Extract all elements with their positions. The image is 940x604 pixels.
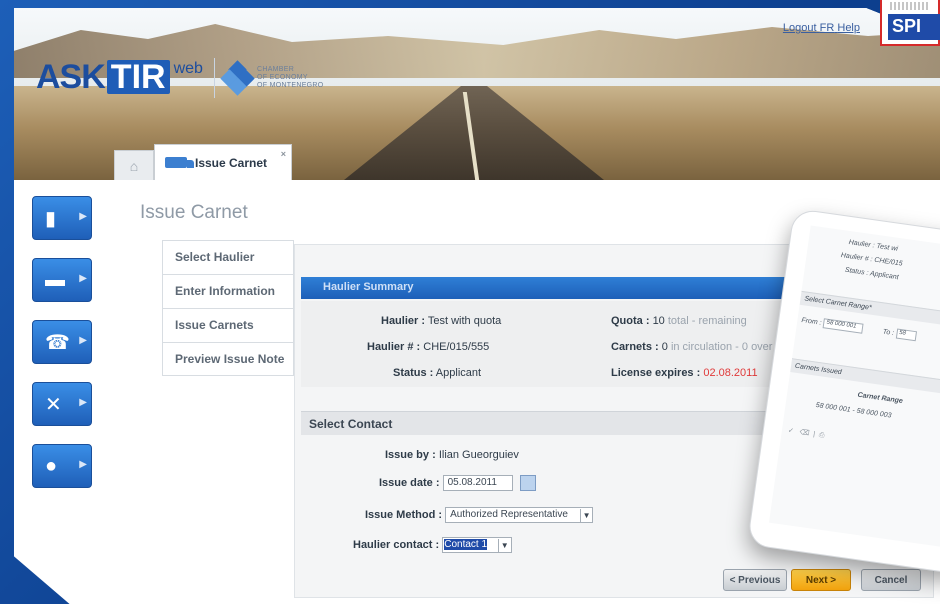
carnets-row: Carnets : 0 in circulation - 0 over bbox=[611, 341, 773, 353]
next-button[interactable]: Next > bbox=[791, 569, 851, 591]
step-select-haulier[interactable]: Select Haulier bbox=[162, 240, 294, 274]
print-icon[interactable]: ⎙ bbox=[818, 432, 825, 440]
phone-icon: ☎ bbox=[45, 331, 70, 354]
document-icon: ▮ bbox=[45, 207, 57, 230]
logout-link[interactable]: Logout bbox=[783, 22, 817, 34]
previous-button[interactable]: < Previous bbox=[723, 569, 787, 591]
haulier-value: Test with quota bbox=[427, 315, 502, 327]
phone-range-column: Carnet Range bbox=[857, 391, 904, 405]
haulier-number-row: Haulier # : CHE/015/555 bbox=[367, 341, 490, 353]
issue-date-input[interactable]: 05.08.2011 bbox=[442, 475, 513, 491]
close-tab-icon[interactable]: × bbox=[281, 149, 286, 159]
rail-button-user[interactable]: ● ▶ bbox=[32, 444, 92, 488]
phone-status: Status : Applicant bbox=[844, 266, 900, 282]
issue-by-row: Issue by : Ilian Gueorguiev bbox=[385, 449, 519, 461]
rail-button-documents[interactable]: ▮ ▶ bbox=[32, 196, 92, 240]
phone-haulier: Haulier : Test wi bbox=[848, 238, 899, 253]
edit-icon[interactable]: ✓ bbox=[787, 427, 794, 435]
step-preview-issue-note[interactable]: Preview Issue Note bbox=[162, 342, 294, 376]
badge-pattern bbox=[890, 2, 930, 10]
quota-row: Quota : 10 total - remaining bbox=[611, 315, 747, 327]
chevron-down-icon: ▼ bbox=[580, 509, 592, 523]
page-title: Issue Carnet bbox=[140, 202, 248, 223]
side-rail: ▮ ▶ ▬ ▶ ☎ ▶ ✕ ▶ ● ▶ bbox=[32, 196, 112, 506]
top-links: Logout FR Help bbox=[783, 22, 860, 34]
user-icon: ● bbox=[45, 454, 58, 477]
calendar-icon[interactable] bbox=[519, 475, 536, 491]
phone-to-input[interactable]: 58 bbox=[895, 328, 917, 342]
chamber-text: CHAMBER OF ECONOMY OF MONTENEGRO bbox=[257, 66, 324, 89]
phone-range-row: 58 000 001 - 58 000 003 bbox=[815, 401, 892, 420]
wizard-steps: Select Haulier Enter Information Issue C… bbox=[162, 240, 294, 376]
tools-icon: ✕ bbox=[45, 393, 62, 416]
haulier-number-value: CHE/015/555 bbox=[423, 341, 490, 353]
logo-ask: ASK bbox=[36, 58, 106, 96]
haulier-row: Haulier : Test with quota bbox=[381, 315, 502, 327]
help-link[interactable]: Help bbox=[837, 22, 860, 34]
step-enter-information[interactable]: Enter Information bbox=[162, 274, 294, 308]
phone-screen: Haulier : Test wi Haulier # : CHE/015 St… bbox=[768, 225, 940, 551]
chamber-logo: CHAMBER OF ECONOMY OF MONTENEGRO bbox=[214, 58, 324, 98]
chevron-down-icon: ▼ bbox=[498, 539, 510, 553]
issue-date-row: Issue date : 05.08.2011 bbox=[379, 475, 536, 491]
phone-range-inputs: From : 58 000 001 To : 58 bbox=[801, 315, 917, 342]
tab-issue-carnet[interactable]: Issue Carnet × bbox=[154, 144, 293, 180]
delete-icon[interactable]: ⌫ bbox=[799, 429, 810, 437]
home-icon: ⌂ bbox=[129, 157, 139, 174]
phone-row-actions: ✓ ⌫ | ⎙ bbox=[787, 427, 825, 440]
license-expiry-value: 02.08.2011 bbox=[703, 367, 758, 379]
status-row: Status : Applicant bbox=[393, 367, 482, 379]
issue-by-value: Ilian Gueorguiev bbox=[438, 449, 519, 461]
lang-link[interactable]: FR bbox=[820, 22, 835, 34]
header-banner: Logout FR Help ASK TIR web CHAMBER OF EC… bbox=[14, 8, 940, 180]
phone-from-input[interactable]: 58 000 001 bbox=[822, 318, 864, 334]
corner-badge: SPI bbox=[880, 0, 940, 46]
haulier-contact-select[interactable]: Contact 1 ▼ bbox=[442, 537, 513, 553]
rail-button-phone[interactable]: ☎ ▶ bbox=[32, 320, 92, 364]
rail-button-transport[interactable]: ▬ ▶ bbox=[32, 258, 92, 302]
logo-web: web bbox=[173, 60, 203, 77]
status-value: Applicant bbox=[435, 367, 482, 379]
truck-icon: ▬ bbox=[45, 268, 65, 291]
truck-icon bbox=[165, 157, 194, 168]
license-row: License expires : 02.08.2011 bbox=[611, 367, 758, 379]
issue-method-row: Issue Method : Authorized Representative… bbox=[365, 507, 594, 523]
cancel-button[interactable]: Cancel bbox=[861, 569, 921, 591]
tab-home[interactable]: ⌂ bbox=[114, 150, 154, 180]
tab-bar: ⌂ Issue Carnet × bbox=[114, 144, 293, 180]
phone-haulier-number: Haulier # : CHE/015 bbox=[840, 252, 903, 268]
step-issue-carnets[interactable]: Issue Carnets bbox=[162, 308, 294, 342]
logo-tir: TIR bbox=[106, 60, 170, 94]
corner-badge-text: SPI bbox=[888, 14, 940, 40]
haulier-contact-row: Haulier contact : Contact 1 ▼ bbox=[353, 537, 513, 553]
tab-label: Issue Carnet bbox=[195, 155, 268, 170]
rail-button-tools[interactable]: ✕ ▶ bbox=[32, 382, 92, 426]
issue-method-select[interactable]: Authorized Representative ▼ bbox=[445, 507, 594, 523]
asktir-logo: ASK TIR web bbox=[36, 60, 203, 94]
chamber-mark-icon bbox=[220, 60, 255, 96]
